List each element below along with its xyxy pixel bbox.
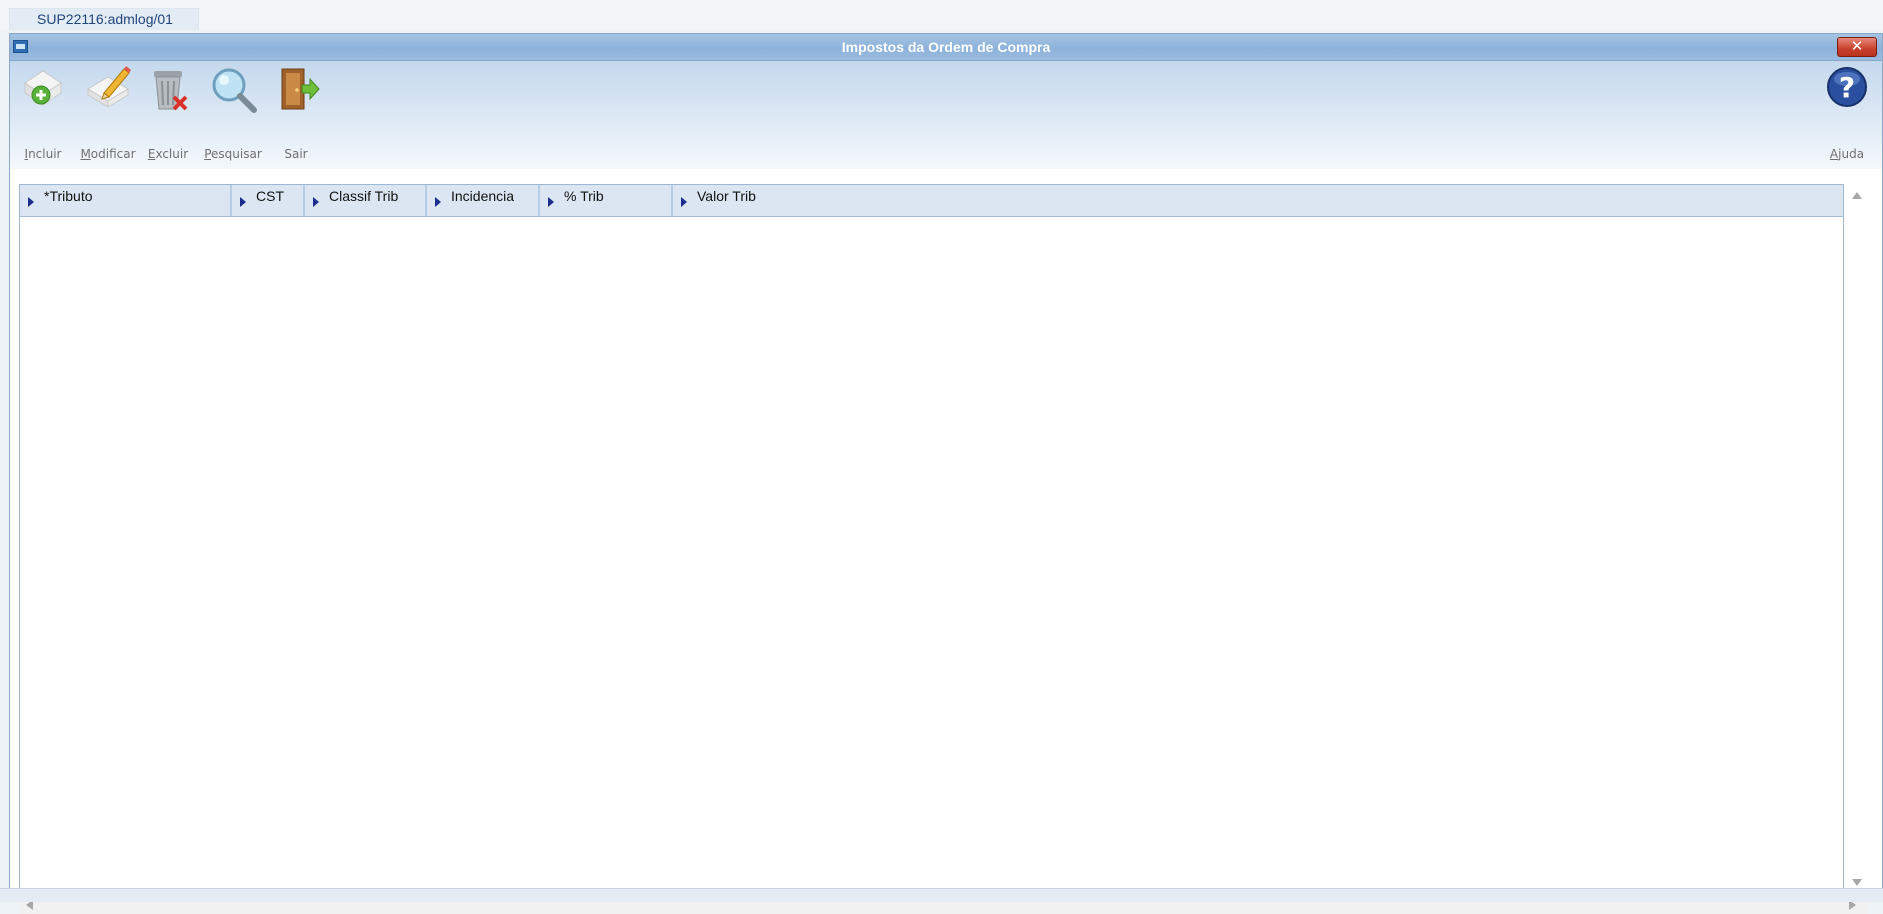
excluir-button[interactable]: Excluir <box>140 61 196 161</box>
column-header-classif-trib[interactable]: Classif Trib <box>305 185 427 216</box>
sort-arrow-icon <box>548 197 554 207</box>
impostos-grid[interactable]: *Tributo CST Classif Trib Incidencia % T… <box>19 184 1844 896</box>
sort-arrow-icon <box>681 197 687 207</box>
sort-arrow-icon <box>240 197 246 207</box>
scroll-up-icon[interactable] <box>1852 192 1862 199</box>
column-header-perc-trib[interactable]: % Trib <box>540 185 673 216</box>
sair-label: Sair <box>284 147 308 161</box>
vertical-scrollbar[interactable] <box>1848 184 1868 894</box>
magnifier-icon <box>212 68 257 113</box>
modificar-label: Modificar <box>80 147 136 161</box>
incluir-button[interactable]: Incluir <box>15 61 71 161</box>
help-icon: ? <box>1827 67 1867 107</box>
tab-label: SUP22116:admlog/01 <box>37 11 173 27</box>
modificar-button[interactable]: Modificar <box>80 61 136 161</box>
dialog-window: Impostos da Ordem de Compra ✕ Incluir Mo… <box>9 33 1883 914</box>
close-button[interactable]: ✕ <box>1837 37 1877 57</box>
title-bar[interactable]: Impostos da Ordem de Compra ✕ <box>10 34 1882 61</box>
pesquisar-button[interactable]: Pesquisar <box>204 61 262 161</box>
status-bar <box>0 888 1883 902</box>
grid-header: *Tributo CST Classif Trib Incidencia % T… <box>20 185 1843 217</box>
column-header-valor-trib[interactable]: Valor Trib <box>673 185 1843 216</box>
tab-sup22116[interactable]: SUP22116:admlog/01 <box>9 8 199 30</box>
excluir-label: Excluir <box>147 147 189 161</box>
scroll-down-icon[interactable] <box>1852 879 1862 886</box>
incluir-label: Incluir <box>24 147 62 161</box>
sort-arrow-icon <box>28 197 34 207</box>
toolbar: Incluir Modificar Excluir Pesquisar Sair… <box>10 61 1882 169</box>
sair-button[interactable]: Sair <box>268 61 324 161</box>
ajuda-label: Ajuda <box>1829 147 1865 161</box>
add-document-icon <box>24 70 62 106</box>
column-header-cst[interactable]: CST <box>232 185 305 216</box>
sort-arrow-icon <box>435 197 441 207</box>
ajuda-button[interactable]: ? Ajuda <box>1819 61 1875 161</box>
tab-strip: SUP22116:admlog/01 <box>0 0 1883 30</box>
svg-text:?: ? <box>1839 71 1855 104</box>
exit-door-icon <box>281 68 320 110</box>
trash-can-icon <box>154 71 188 111</box>
column-header-tributo[interactable]: *Tributo <box>20 185 232 216</box>
pesquisar-label: Pesquisar <box>204 147 262 161</box>
sort-arrow-icon <box>313 197 319 207</box>
edit-pencil-icon <box>87 66 131 108</box>
column-header-incidencia[interactable]: Incidencia <box>427 185 540 216</box>
window-title: Impostos da Ordem de Compra <box>841 39 1051 55</box>
